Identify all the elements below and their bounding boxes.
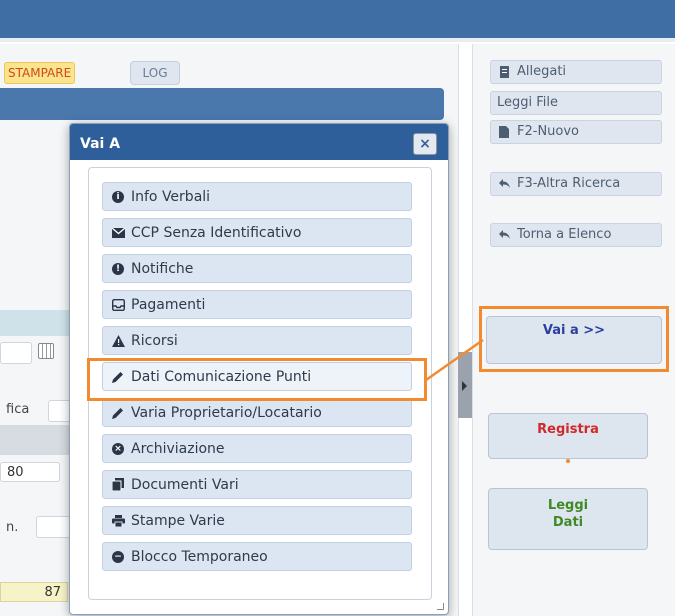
leggi-dati-label-line2: Dati <box>552 515 584 530</box>
menu-item-ricorsi[interactable]: Ricorsi <box>102 326 412 355</box>
f2-nuovo-label: F2-Nuovo <box>517 124 580 139</box>
f2-nuovo-button[interactable]: F2-Nuovo <box>490 120 662 144</box>
menu-item-label: Notifiche <box>131 260 194 277</box>
menu-item-label: CCP Senza Identificativo <box>131 224 302 241</box>
exclamation-icon: ! <box>111 262 125 276</box>
new-document-icon <box>497 125 511 139</box>
registra-label: Registra <box>537 422 599 437</box>
app-top-bar <box>0 0 675 38</box>
close-button[interactable]: × <box>413 133 437 155</box>
value-field-80[interactable]: 80 <box>0 462 60 482</box>
section-band <box>0 310 70 336</box>
reply-arrow-icon <box>497 228 511 242</box>
menu-item-blocco-temporaneo[interactable]: − Blocco Temporaneo <box>102 542 412 571</box>
menu-item-label: Ricorsi <box>131 332 178 349</box>
dialog-title: Vai A <box>80 136 121 152</box>
status-dot <box>566 459 570 463</box>
torna-elenco-button[interactable]: Torna a Elenco <box>490 223 662 247</box>
leggi-file-button[interactable]: Leggi File <box>490 91 662 115</box>
calendar-icon[interactable] <box>38 343 54 359</box>
resize-grip-icon[interactable] <box>437 603 444 610</box>
menu-item-label: Documenti Vari <box>131 476 239 493</box>
pencil-icon <box>111 406 125 420</box>
close-circle-icon: × <box>111 442 125 456</box>
expand-arrow-icon[interactable] <box>462 381 467 391</box>
field-label-fica: fica <box>6 402 30 417</box>
section-header-band <box>0 88 444 120</box>
menu-item-label: Varia Proprietario/Locatario <box>131 404 322 421</box>
highlight-box-vai-a <box>479 306 669 372</box>
dialog-header[interactable]: Vai A <box>70 124 448 160</box>
value-field-87: 87 <box>0 582 68 602</box>
envelope-icon <box>111 226 125 240</box>
documents-icon <box>111 478 125 492</box>
leggi-dati-label-line1: Leggi <box>547 498 589 513</box>
highlight-box-dati-comunicazione-punti <box>87 358 427 401</box>
registra-button[interactable]: Registra <box>488 413 648 459</box>
print-icon <box>111 514 125 528</box>
number-field[interactable] <box>36 516 72 538</box>
allegati-label: Allegati <box>517 64 567 79</box>
annotation-connector-line <box>425 338 484 382</box>
leggi-file-label: Leggi File <box>497 95 559 110</box>
torna-elenco-label: Torna a Elenco <box>517 227 612 242</box>
field-label-num: n. <box>6 520 19 535</box>
menu-item-varia-proprietario-locatario[interactable]: Varia Proprietario/Locatario <box>102 398 412 427</box>
log-button[interactable]: LOG <box>130 61 180 85</box>
attachment-icon <box>497 65 511 79</box>
info-icon: i <box>111 190 125 204</box>
reply-arrow-icon <box>497 177 511 191</box>
close-icon: × <box>419 136 431 152</box>
menu-item-label: Archiviazione <box>131 440 225 457</box>
menu-item-pagamenti[interactable]: Pagamenti <box>102 290 412 319</box>
inbox-icon <box>111 298 125 312</box>
section-band-grey <box>0 425 70 455</box>
menu-item-label: Blocco Temporaneo <box>131 548 268 565</box>
menu-item-label: Info Verbali <box>131 188 211 205</box>
menu-item-ccp-senza-identificativo[interactable]: CCP Senza Identificativo <box>102 218 412 247</box>
stampare-button[interactable]: STAMPARE <box>4 62 76 84</box>
menu-item-documenti-vari[interactable]: Documenti Vari <box>102 470 412 499</box>
menu-item-stampe-varie[interactable]: Stampe Varie <box>102 506 412 535</box>
minus-circle-icon: − <box>111 550 125 564</box>
menu-item-archiviazione[interactable]: × Archiviazione <box>102 434 412 463</box>
f3-altra-ricerca-label: F3-Altra Ricerca <box>517 176 621 191</box>
f3-altra-ricerca-button[interactable]: F3-Altra Ricerca <box>490 172 662 196</box>
top-bar-separator <box>0 38 675 42</box>
menu-item-info-verbali[interactable]: i Info Verbali <box>102 182 412 211</box>
menu-item-notifiche[interactable]: ! Notifiche <box>102 254 412 283</box>
date-field[interactable] <box>0 342 32 364</box>
leggi-dati-button[interactable]: Leggi Dati <box>488 488 648 550</box>
menu-item-label: Stampe Varie <box>131 512 225 529</box>
warning-icon <box>111 334 125 348</box>
menu-item-label: Pagamenti <box>131 296 206 313</box>
allegati-button[interactable]: Allegati <box>490 60 662 84</box>
